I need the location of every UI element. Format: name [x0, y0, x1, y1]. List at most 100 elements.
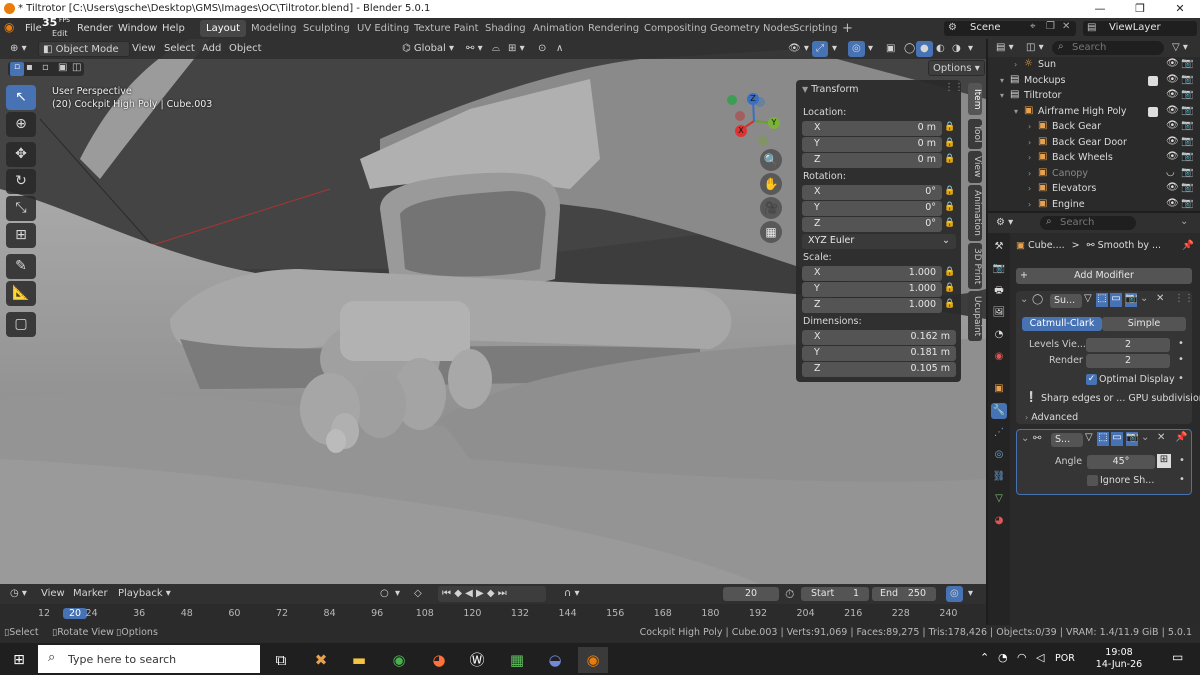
shading-solid[interactable]: ● — [916, 41, 933, 57]
animate-dot-icon[interactable]: • — [1179, 474, 1185, 485]
menu-render[interactable]: Render — [74, 21, 116, 36]
collapse-arrow-icon[interactable]: ⌄ — [1020, 294, 1028, 305]
tab-layout[interactable]: Layout — [200, 20, 246, 37]
menu-object[interactable]: Object — [225, 41, 266, 57]
render-camera-icon[interactable]: 📷 — [1181, 151, 1193, 162]
outliner-item[interactable]: › ▣ Elevators 👁 📷 — [988, 182, 1200, 197]
outliner-item[interactable]: › ▣ Back Gear 👁 📷 — [988, 120, 1200, 135]
visibility-button[interactable]: 👁 ▾ — [784, 41, 813, 57]
simple-option[interactable]: Simple — [1102, 317, 1186, 331]
tab-rendering[interactable]: Rendering — [582, 20, 645, 37]
render-camera-icon[interactable]: 📷 — [1181, 136, 1193, 147]
lock-icon[interactable]: 🔒 — [944, 138, 955, 150]
transform-tool[interactable]: ⊞ — [6, 223, 36, 248]
language-indicator[interactable]: POR — [1055, 653, 1075, 664]
expand-arrow-icon[interactable]: ▾ — [1000, 76, 1004, 85]
menu-add[interactable]: Add — [198, 41, 225, 57]
menu-window[interactable]: Window — [115, 21, 160, 36]
particles-tab-icon[interactable]: ⋰ — [991, 425, 1007, 441]
catmull-clark-option[interactable]: Catmull-Clark — [1022, 317, 1102, 331]
3d-viewport[interactable]: ⊕ ▾ ◧ Object Mode View Select Add Object… — [0, 39, 986, 584]
lock-icon[interactable]: 🔒 — [944, 122, 955, 134]
cage-toggle-icon[interactable]: ⬚ — [1096, 293, 1108, 307]
drag-handle-icon[interactable]: ⋮⋮ — [944, 82, 964, 93]
modifier-tab-icon[interactable]: 🔧 — [991, 403, 1007, 419]
modifier-menu-icon[interactable]: ⌄ — [1140, 293, 1148, 304]
viewport-toggle-icon[interactable]: ▭ — [1110, 293, 1122, 307]
visibility-eye-icon[interactable]: 👁 — [1166, 198, 1179, 209]
visibility-eye-icon[interactable]: ◡ — [1166, 167, 1175, 178]
proportional-edit-toggle[interactable]: ⊙ — [534, 41, 550, 57]
expand-arrow-icon[interactable]: › — [1028, 153, 1031, 162]
view-layer-tab-icon[interactable]: 🖼 — [991, 305, 1007, 321]
xray-toggle[interactable]: ▣ — [882, 41, 899, 57]
outliner-item[interactable]: ▾ ▤ Mockups 👁 📷 — [988, 74, 1200, 89]
pin-icon[interactable]: ⌖ — [1030, 21, 1036, 32]
properties-options-icon[interactable]: ⌄ — [1180, 216, 1188, 227]
taskbar-search-input[interactable]: ⌕ Type here to search — [38, 645, 260, 673]
gizmo-toggle[interactable]: ⤢ — [812, 41, 828, 57]
lock-icon[interactable]: 🔒 — [944, 154, 955, 166]
expand-arrow-icon[interactable]: › — [1028, 169, 1031, 178]
display-mode-button[interactable]: ◫ ▾ — [1022, 40, 1048, 56]
modifier-name-field[interactable]: S... — [1051, 433, 1083, 447]
tab-compositing[interactable]: Compositing — [638, 20, 713, 37]
lock-icon[interactable]: 🔒 — [944, 283, 955, 295]
render-toggle-icon[interactable]: 📷 — [1126, 432, 1138, 446]
scale-x-field[interactable]: X 1.000 — [802, 266, 942, 281]
visibility-eye-icon[interactable]: 👁 — [1166, 74, 1179, 85]
tab-ucupaint[interactable]: Ucupaint — [968, 291, 982, 341]
app-mod-manager-icon[interactable]: ✖ — [306, 647, 336, 673]
tab-3d-print[interactable]: 3D Print — [968, 243, 982, 289]
close-button[interactable]: ✕ — [1160, 1, 1200, 17]
angle-field[interactable]: 45° — [1087, 455, 1155, 469]
advanced-subpanel[interactable]: › Advanced — [1025, 412, 1078, 423]
scene-selector[interactable]: ⚙ Scene ⌖ ❐ ✕ — [944, 21, 1076, 36]
overlays-toggle[interactable]: ◎ — [848, 41, 865, 57]
scene-tab-icon[interactable]: ◔ — [991, 327, 1007, 343]
expand-arrow-icon[interactable]: ▾ — [1014, 107, 1018, 116]
falloff-button[interactable]: ∧ — [552, 41, 567, 57]
pan-hand-icon[interactable]: ✋ — [760, 173, 782, 195]
location-z-field[interactable]: Z 0 m — [802, 153, 942, 168]
maximize-button[interactable]: ❐ — [1120, 1, 1160, 17]
wifi-icon[interactable]: ◠ — [1017, 651, 1027, 664]
add-modifier-button[interactable]: + Add Modifier — [1016, 268, 1192, 284]
ortho-grid-icon[interactable]: ▦ — [760, 221, 782, 243]
expand-arrow-icon[interactable]: › — [1028, 184, 1031, 193]
scale-z-field[interactable]: Z 1.000 — [802, 298, 942, 313]
gizmo-x-label[interactable]: X — [735, 125, 747, 137]
tool-tab-icon[interactable]: ⚒ — [991, 239, 1007, 255]
expand-arrow-icon[interactable]: › — [1028, 122, 1031, 131]
modifier-menu-icon[interactable]: ⌄ — [1141, 432, 1149, 443]
volume-icon[interactable]: ◁ — [1036, 651, 1044, 664]
render-camera-icon[interactable]: 📷 — [1181, 120, 1193, 131]
visibility-eye-icon[interactable]: 👁 — [1166, 136, 1179, 147]
physics-tab-icon[interactable]: ◎ — [991, 447, 1007, 463]
rotation-x-field[interactable]: X 0° — [802, 185, 942, 200]
world-tab-icon[interactable]: ◉ — [991, 349, 1007, 365]
discord-icon[interactable]: ◒ — [540, 647, 570, 673]
filter-button[interactable]: ▽ ▾ — [1168, 40, 1192, 56]
exclude-checkbox[interactable] — [1148, 106, 1158, 117]
visibility-eye-icon[interactable]: 👁 — [1166, 182, 1179, 193]
render-camera-icon[interactable]: 📷 — [1181, 74, 1193, 85]
outliner-editor-type[interactable]: ▤ ▾ — [992, 40, 1018, 56]
location-x-field[interactable]: X 0 m — [802, 121, 942, 136]
tab-uv-editing[interactable]: UV Editing — [351, 20, 415, 37]
select-extend-icon[interactable]: ▪ — [26, 62, 33, 73]
exclude-checkbox[interactable] — [1148, 75, 1158, 86]
material-tab-icon[interactable]: ◕ — [991, 513, 1007, 529]
shading-material[interactable]: ◐ — [932, 41, 949, 57]
snap-target-button[interactable]: ⊞ ▾ — [504, 41, 529, 57]
properties-editor-type[interactable]: ⚙ ▾ — [992, 215, 1017, 231]
pivot-point-button[interactable]: ⚯ ▾ — [462, 41, 487, 57]
levels-viewport-field[interactable]: 2 — [1086, 338, 1170, 352]
lock-icon[interactable]: 🔒 — [944, 202, 955, 214]
tray-up-arrow-icon[interactable]: ⌃ — [980, 651, 989, 664]
render-levels-field[interactable]: 2 — [1086, 354, 1170, 368]
select-subtract-icon[interactable]: ▫ — [42, 62, 49, 73]
visibility-eye-icon[interactable]: 👁 — [1166, 120, 1179, 131]
optimal-display-checkbox[interactable]: ✓ — [1086, 374, 1097, 385]
visibility-eye-icon[interactable]: 👁 — [1166, 151, 1179, 162]
